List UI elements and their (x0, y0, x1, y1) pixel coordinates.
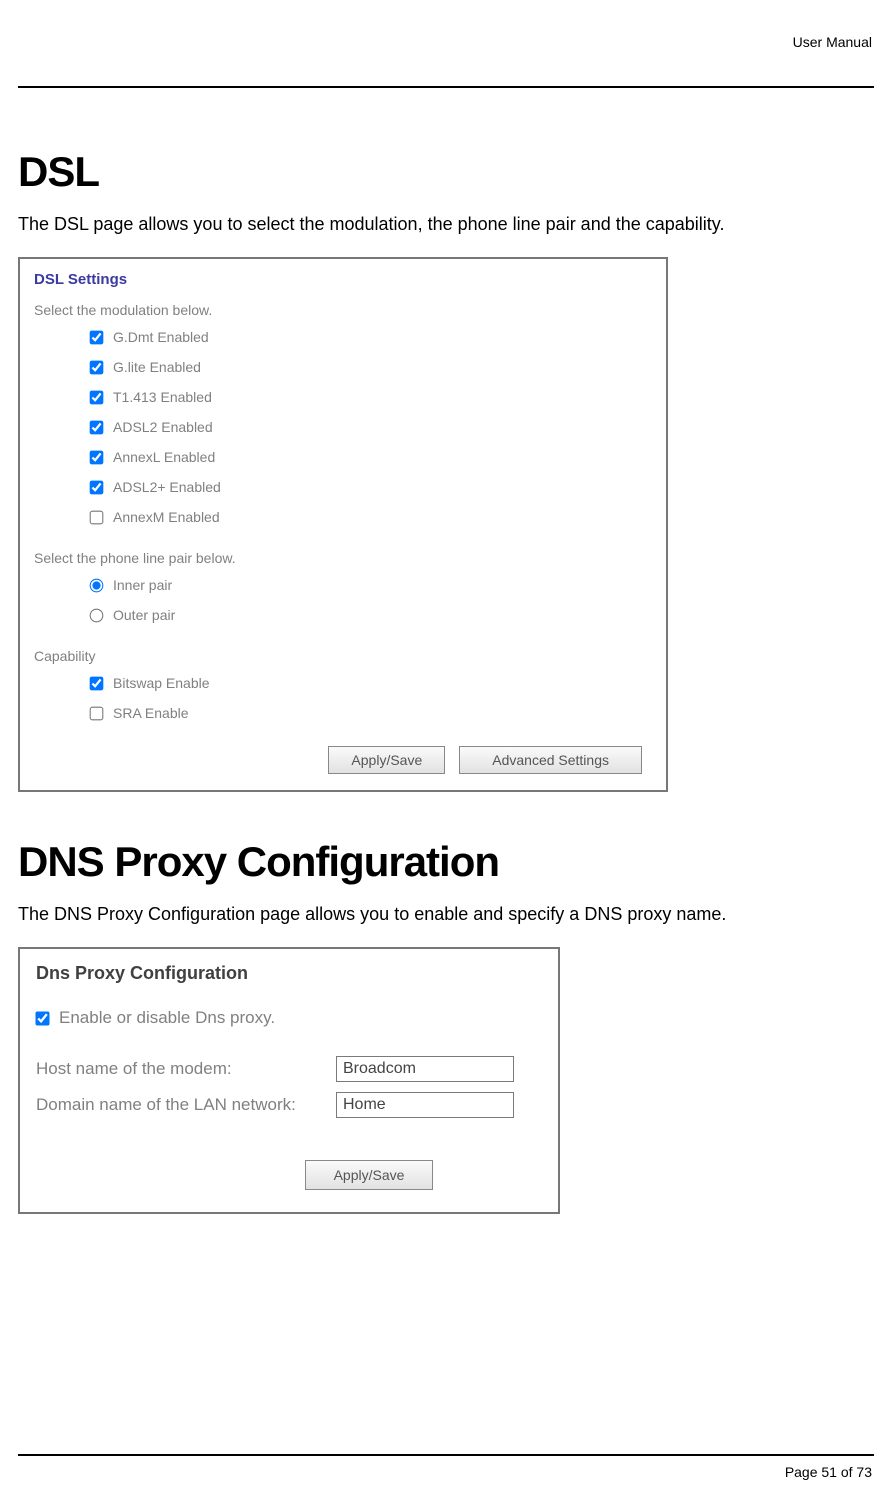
checkbox-row: G.lite Enabled (34, 352, 652, 382)
dns-intro: The DNS Proxy Configuration page allows … (18, 904, 874, 925)
checkbox-3[interactable] (90, 420, 104, 434)
domain-name-input[interactable] (336, 1092, 514, 1118)
radio-row: Outer pair (34, 600, 652, 630)
radio-row: Inner pair (34, 570, 652, 600)
host-name-input[interactable] (336, 1056, 514, 1082)
checkbox-5[interactable] (90, 480, 104, 494)
linepair-group-label: Select the phone line pair below. (34, 550, 652, 566)
modulation-group-label: Select the modulation below. (34, 302, 652, 318)
dsl-settings-panel: DSL Settings Select the modulation below… (18, 257, 668, 792)
checkbox-6[interactable] (90, 510, 104, 524)
apply-save-button[interactable]: Apply/Save (328, 746, 445, 774)
option-label: Inner pair (113, 574, 172, 596)
domain-name-label: Domain name of the LAN network: (36, 1095, 336, 1115)
option-label: AnnexL Enabled (113, 446, 215, 468)
dsl-panel-title: DSL Settings (34, 271, 652, 288)
checkbox-row: ADSL2+ Enabled (34, 472, 652, 502)
checkbox-1[interactable] (90, 706, 104, 720)
option-label: AnnexM Enabled (113, 506, 220, 528)
checkbox-4[interactable] (90, 450, 104, 464)
option-label: G.Dmt Enabled (113, 326, 209, 348)
radio-1[interactable] (90, 608, 104, 622)
dns-panel-title: Dns Proxy Configuration (36, 963, 542, 984)
dns-enable-checkbox[interactable] (35, 1011, 49, 1025)
advanced-settings-button[interactable]: Advanced Settings (459, 746, 642, 774)
checkbox-row: SRA Enable (34, 698, 652, 728)
dsl-intro: The DSL page allows you to select the mo… (18, 214, 874, 235)
dns-heading: DNS Proxy Configuration (18, 838, 874, 886)
option-label: T1.413 Enabled (113, 386, 212, 408)
option-label: ADSL2 Enabled (113, 416, 213, 438)
checkbox-row: ADSL2 Enabled (34, 412, 652, 442)
checkbox-row: AnnexL Enabled (34, 442, 652, 472)
dns-proxy-panel: Dns Proxy Configuration Enable or disabl… (18, 947, 560, 1214)
page-number: Page 51 of 73 (785, 1464, 872, 1480)
dsl-heading: DSL (18, 148, 874, 196)
checkbox-1[interactable] (90, 360, 104, 374)
radio-0[interactable] (90, 578, 104, 592)
checkbox-0[interactable] (90, 676, 104, 690)
option-label: ADSL2+ Enabled (113, 476, 221, 498)
checkbox-row: G.Dmt Enabled (34, 322, 652, 352)
doc-title: User Manual (793, 34, 872, 50)
header-rule (18, 86, 874, 88)
host-name-label: Host name of the modem: (36, 1059, 336, 1079)
capability-group-label: Capability (34, 648, 652, 664)
checkbox-row: AnnexM Enabled (34, 502, 652, 532)
option-label: Bitswap Enable (113, 672, 210, 694)
checkbox-row: Bitswap Enable (34, 668, 652, 698)
option-label: G.lite Enabled (113, 356, 201, 378)
dns-enable-label: Enable or disable Dns proxy. (59, 1008, 275, 1028)
checkbox-row: T1.413 Enabled (34, 382, 652, 412)
option-label: SRA Enable (113, 702, 189, 724)
option-label: Outer pair (113, 604, 175, 626)
dns-apply-save-button[interactable]: Apply/Save (305, 1160, 434, 1190)
checkbox-0[interactable] (90, 330, 104, 344)
checkbox-2[interactable] (90, 390, 104, 404)
